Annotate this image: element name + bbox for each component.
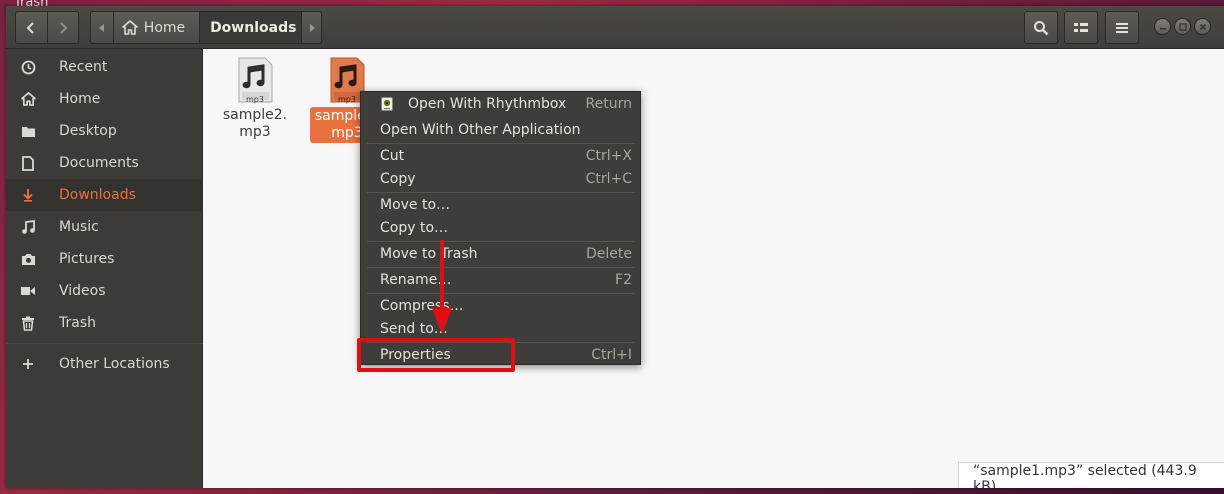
sidebar-item-recent[interactable]: Recent xyxy=(6,51,203,83)
status-bar: “sample1.mp3” selected (443.9 kB) xyxy=(958,462,1224,488)
sidebar-item-videos[interactable]: Videos xyxy=(6,275,203,307)
menu-item-shortcut: Ctrl+C xyxy=(585,171,632,187)
file-name-line2: mp3 xyxy=(239,124,271,140)
minimize-icon xyxy=(1159,27,1166,30)
triangle-left-icon xyxy=(98,23,104,32)
triangle-right-icon xyxy=(309,23,315,32)
menu-item-compress[interactable]: Compress… xyxy=(361,295,640,317)
sidebar-item-desktop[interactable]: Desktop xyxy=(6,115,203,147)
path-home-button[interactable]: Home xyxy=(112,12,199,43)
path-bar: Home Downloads xyxy=(90,11,322,44)
home-icon xyxy=(121,20,138,35)
music-icon xyxy=(21,219,35,234)
menu-item-shortcut: Ctrl+I xyxy=(591,347,632,363)
menu-separator xyxy=(367,267,635,268)
folder-icon xyxy=(21,126,35,137)
menu-item-shortcut: Delete xyxy=(586,246,632,262)
maximize-button[interactable] xyxy=(1174,18,1191,35)
sidebar-item-trash[interactable]: Trash xyxy=(6,307,203,339)
menu-item-rename[interactable]: Rename… F2 xyxy=(361,269,640,291)
path-scroll-right-button[interactable] xyxy=(301,12,321,43)
menu-item-label: Open With Other Application xyxy=(380,122,581,138)
video-icon xyxy=(21,287,35,295)
hamburger-icon xyxy=(1116,22,1128,33)
annotation-arrow-icon xyxy=(432,240,452,334)
sidebar: Recent Home Desktop Documents Downloads … xyxy=(6,49,203,488)
sidebar-item-documents[interactable]: Documents xyxy=(6,147,203,179)
search-button[interactable] xyxy=(1024,11,1058,44)
context-menu: Open With Rhythmbox Return Open With Oth… xyxy=(360,91,641,365)
menu-button[interactable] xyxy=(1105,11,1139,44)
rhythmbox-icon xyxy=(381,97,393,111)
menu-item-shortcut: F2 xyxy=(615,272,632,288)
download-icon xyxy=(23,189,33,202)
back-button[interactable] xyxy=(16,12,47,43)
nav-buttons xyxy=(15,11,79,44)
sidebar-item-music[interactable]: Music xyxy=(6,211,203,243)
menu-item-label: Copy xyxy=(380,171,416,187)
path-home-label: Home xyxy=(143,19,186,36)
sidebar-item-label: Pictures xyxy=(59,251,115,267)
sidebar-item-label: Documents xyxy=(59,155,139,171)
menu-item-label: Open With Rhythmbox xyxy=(408,96,567,112)
file-type-badge: mp3 xyxy=(246,95,264,104)
file-name-line2: mp3 xyxy=(331,125,363,141)
menu-item-label: Move to… xyxy=(380,197,451,213)
annotation-highlight-box xyxy=(357,338,515,372)
menu-item-send-to[interactable]: Send to… xyxy=(361,318,640,340)
document-icon xyxy=(22,155,34,171)
view-toggle-button[interactable] xyxy=(1064,11,1098,44)
path-scroll-left-button[interactable] xyxy=(91,12,113,43)
sidebar-item-label: Music xyxy=(59,219,99,235)
sidebar-item-label: Desktop xyxy=(59,123,117,139)
file-view[interactable]: mp3 sample2. mp3 mp3 sample1. mp3 xyxy=(204,49,1224,488)
path-downloads-button[interactable]: Downloads xyxy=(199,12,302,43)
sidebar-item-downloads[interactable]: Downloads xyxy=(6,179,203,211)
file-item[interactable]: mp3 sample2. mp3 xyxy=(218,57,292,141)
menu-item-open-with-other[interactable]: Open With Other Application xyxy=(361,119,640,141)
close-button[interactable] xyxy=(1194,18,1211,35)
camera-icon xyxy=(21,253,35,265)
forward-button[interactable] xyxy=(46,12,78,43)
header-bar: Home Downloads xyxy=(6,6,1224,49)
close-icon xyxy=(1199,23,1206,30)
menu-item-cut[interactable]: Cut Ctrl+X xyxy=(361,145,640,167)
sidebar-item-label: Other Locations xyxy=(59,356,170,372)
file-name-line1: sample2. xyxy=(222,107,288,123)
minimize-button[interactable] xyxy=(1154,18,1171,35)
chevron-right-icon xyxy=(60,21,68,34)
menu-item-copy-to[interactable]: Copy to… xyxy=(361,217,640,239)
sidebar-item-label: Trash xyxy=(59,315,96,331)
plus-icon xyxy=(23,359,33,369)
list-view-icon xyxy=(1074,22,1088,32)
sidebar-item-home[interactable]: Home xyxy=(6,83,203,115)
sidebar-item-label: Downloads xyxy=(59,187,136,203)
menu-item-label: Cut xyxy=(380,148,405,164)
menu-separator xyxy=(367,293,635,294)
sidebar-item-label: Recent xyxy=(59,59,108,75)
home-icon xyxy=(20,92,36,106)
clock-icon xyxy=(21,60,35,74)
menu-separator xyxy=(367,143,635,144)
menu-item-label: Copy to… xyxy=(380,220,449,236)
menu-item-copy[interactable]: Copy Ctrl+C xyxy=(361,168,640,190)
menu-separator xyxy=(367,192,635,193)
menu-separator xyxy=(367,241,635,242)
menu-item-shortcut: Ctrl+X xyxy=(585,148,632,164)
menu-item-open-with-rhythmbox[interactable]: Open With Rhythmbox Return xyxy=(361,93,640,115)
file-name: sample2. mp3 xyxy=(223,107,287,141)
search-icon xyxy=(1034,20,1049,35)
sidebar-item-label: Home xyxy=(59,91,101,107)
menu-item-move-to[interactable]: Move to… xyxy=(361,194,640,216)
trash-icon xyxy=(22,316,34,331)
sidebar-divider xyxy=(6,343,203,344)
menu-item-shortcut: Return xyxy=(585,96,632,112)
maximize-icon xyxy=(1178,22,1187,31)
sidebar-item-label: Videos xyxy=(59,283,106,299)
menu-item-move-to-trash[interactable]: Move to Trash Delete xyxy=(361,243,640,265)
sidebar-item-pictures[interactable]: Pictures xyxy=(6,243,203,275)
sidebar-item-other-locations[interactable]: Other Locations xyxy=(6,348,203,380)
path-downloads-label: Downloads xyxy=(210,19,297,36)
chevron-left-icon xyxy=(27,21,35,34)
